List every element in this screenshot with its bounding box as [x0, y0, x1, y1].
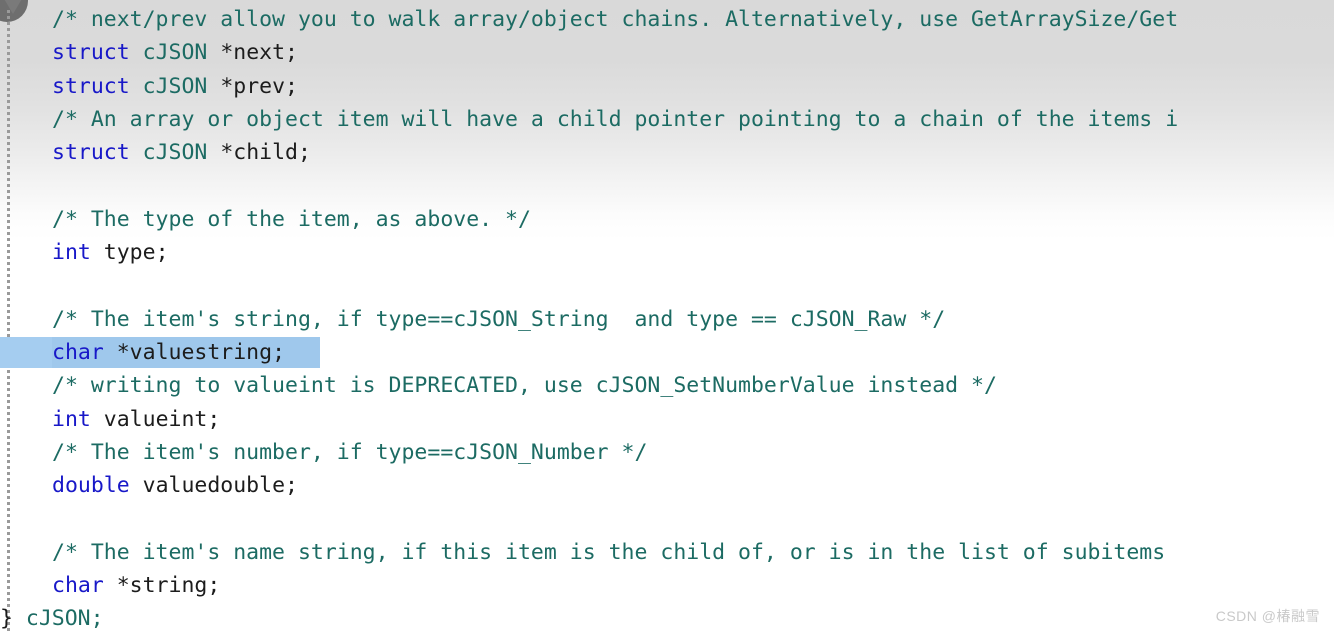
code-line[interactable]: int valueint; — [0, 403, 1334, 436]
code-line[interactable]: char *valuestring; — [0, 336, 1334, 369]
code-token-id: *next; — [220, 40, 298, 66]
code-token-cmt: /* next/prev allow you to walk array/obj… — [52, 7, 1179, 32]
code-token-id: *prev; — [220, 73, 298, 99]
code-line-content: /* The item's number, if type==cJSON_Num… — [0, 436, 647, 469]
code-token-id: valuedouble; — [142, 473, 298, 499]
code-token-id: *string; — [116, 573, 221, 599]
code-line-content: } cJSON; — [0, 602, 104, 632]
code-line-content: struct cJSON *prev; — [0, 70, 298, 103]
code-token-id: *valuestring; — [116, 340, 286, 365]
code-line-content: int type; — [0, 236, 169, 269]
code-line[interactable]: } cJSON; — [0, 602, 1334, 632]
code-line-content: /* The type of the item, as above. */ — [0, 203, 531, 236]
code-token-kw: int — [52, 406, 91, 432]
code-token-cmt: /* An array or object item will have a c… — [52, 106, 1179, 132]
code-line[interactable]: struct cJSON *child; — [0, 136, 1334, 169]
code-editor-screenshot: /* next/prev allow you to walk array/obj… — [0, 0, 1334, 632]
code-line[interactable]: struct cJSON *prev; — [0, 70, 1334, 103]
code-token-typ: cJSON — [142, 73, 208, 99]
code-line[interactable]: char *string; — [0, 569, 1334, 602]
code-line-content: int valueint; — [0, 403, 220, 436]
code-token-typ: cJSON — [142, 40, 208, 66]
code-line-content: /* writing to valueint is DEPRECATED, us… — [0, 369, 997, 402]
code-line[interactable]: /* The type of the item, as above. */ — [0, 203, 1334, 236]
code-line-content: /* The item's name string, if this item … — [0, 536, 1165, 569]
code-line-content: char *valuestring; — [0, 336, 285, 369]
code-line[interactable]: /* The item's name string, if this item … — [0, 536, 1334, 569]
code-token-kw: struct — [52, 140, 130, 166]
code-token-kw: struct — [52, 40, 130, 66]
code-line[interactable] — [0, 170, 1334, 203]
code-line-content: struct cJSON *next; — [0, 36, 298, 69]
code-line-content: char *string; — [0, 569, 220, 602]
code-line[interactable]: int type; — [0, 236, 1334, 269]
code-line[interactable] — [0, 269, 1334, 302]
code-line-content: /* next/prev allow you to walk array/obj… — [0, 3, 1178, 36]
code-line[interactable]: /* The item's number, if type==cJSON_Num… — [0, 436, 1334, 469]
code-line-content: double valuedouble; — [0, 469, 298, 502]
code-line[interactable]: double valuedouble; — [0, 469, 1334, 502]
csdn-watermark: CSDN @椿融雪 — [1215, 608, 1320, 624]
code-token-typ: cJSON — [142, 140, 208, 166]
code-line[interactable]: struct cJSON *next; — [0, 36, 1334, 69]
code-token-kw: int — [52, 240, 91, 266]
code-token-kw: char — [52, 340, 104, 365]
code-line[interactable] — [0, 503, 1334, 536]
code-line[interactable]: /* An array or object item will have a c… — [0, 103, 1334, 136]
code-line[interactable]: /* writing to valueint is DEPRECATED, us… — [0, 369, 1334, 402]
code-token-id: *child; — [220, 140, 311, 166]
code-line[interactable]: /* The item's string, if type==cJSON_Str… — [0, 303, 1334, 336]
code-token-cmt: /* The item's number, if type==cJSON_Num… — [52, 439, 648, 465]
code-token-plain: } — [0, 606, 26, 632]
code-token-kw: double — [52, 473, 130, 499]
code-token-id: valueint; — [103, 406, 221, 432]
code-token-cmt: /* writing to valueint is DEPRECATED, us… — [52, 373, 997, 399]
code-line-content: /* An array or object item will have a c… — [0, 103, 1178, 136]
code-token-cmt: /* The type of the item, as above. */ — [52, 206, 531, 232]
code-token-cmt: /* The item's string, if type==cJSON_Str… — [52, 306, 946, 332]
code-token-kw: char — [52, 573, 104, 599]
code-token-typ: cJSON; — [25, 606, 104, 632]
code-token-id: type; — [103, 240, 169, 266]
code-area[interactable]: /* next/prev allow you to walk array/obj… — [0, 0, 1334, 632]
code-line-content: /* The item's string, if type==cJSON_Str… — [0, 303, 945, 336]
code-line[interactable]: /* next/prev allow you to walk array/obj… — [0, 3, 1334, 36]
code-line-content: struct cJSON *child; — [0, 136, 311, 169]
code-token-cmt: /* The item's name string, if this item … — [52, 539, 1166, 565]
code-token-kw: struct — [52, 73, 130, 99]
